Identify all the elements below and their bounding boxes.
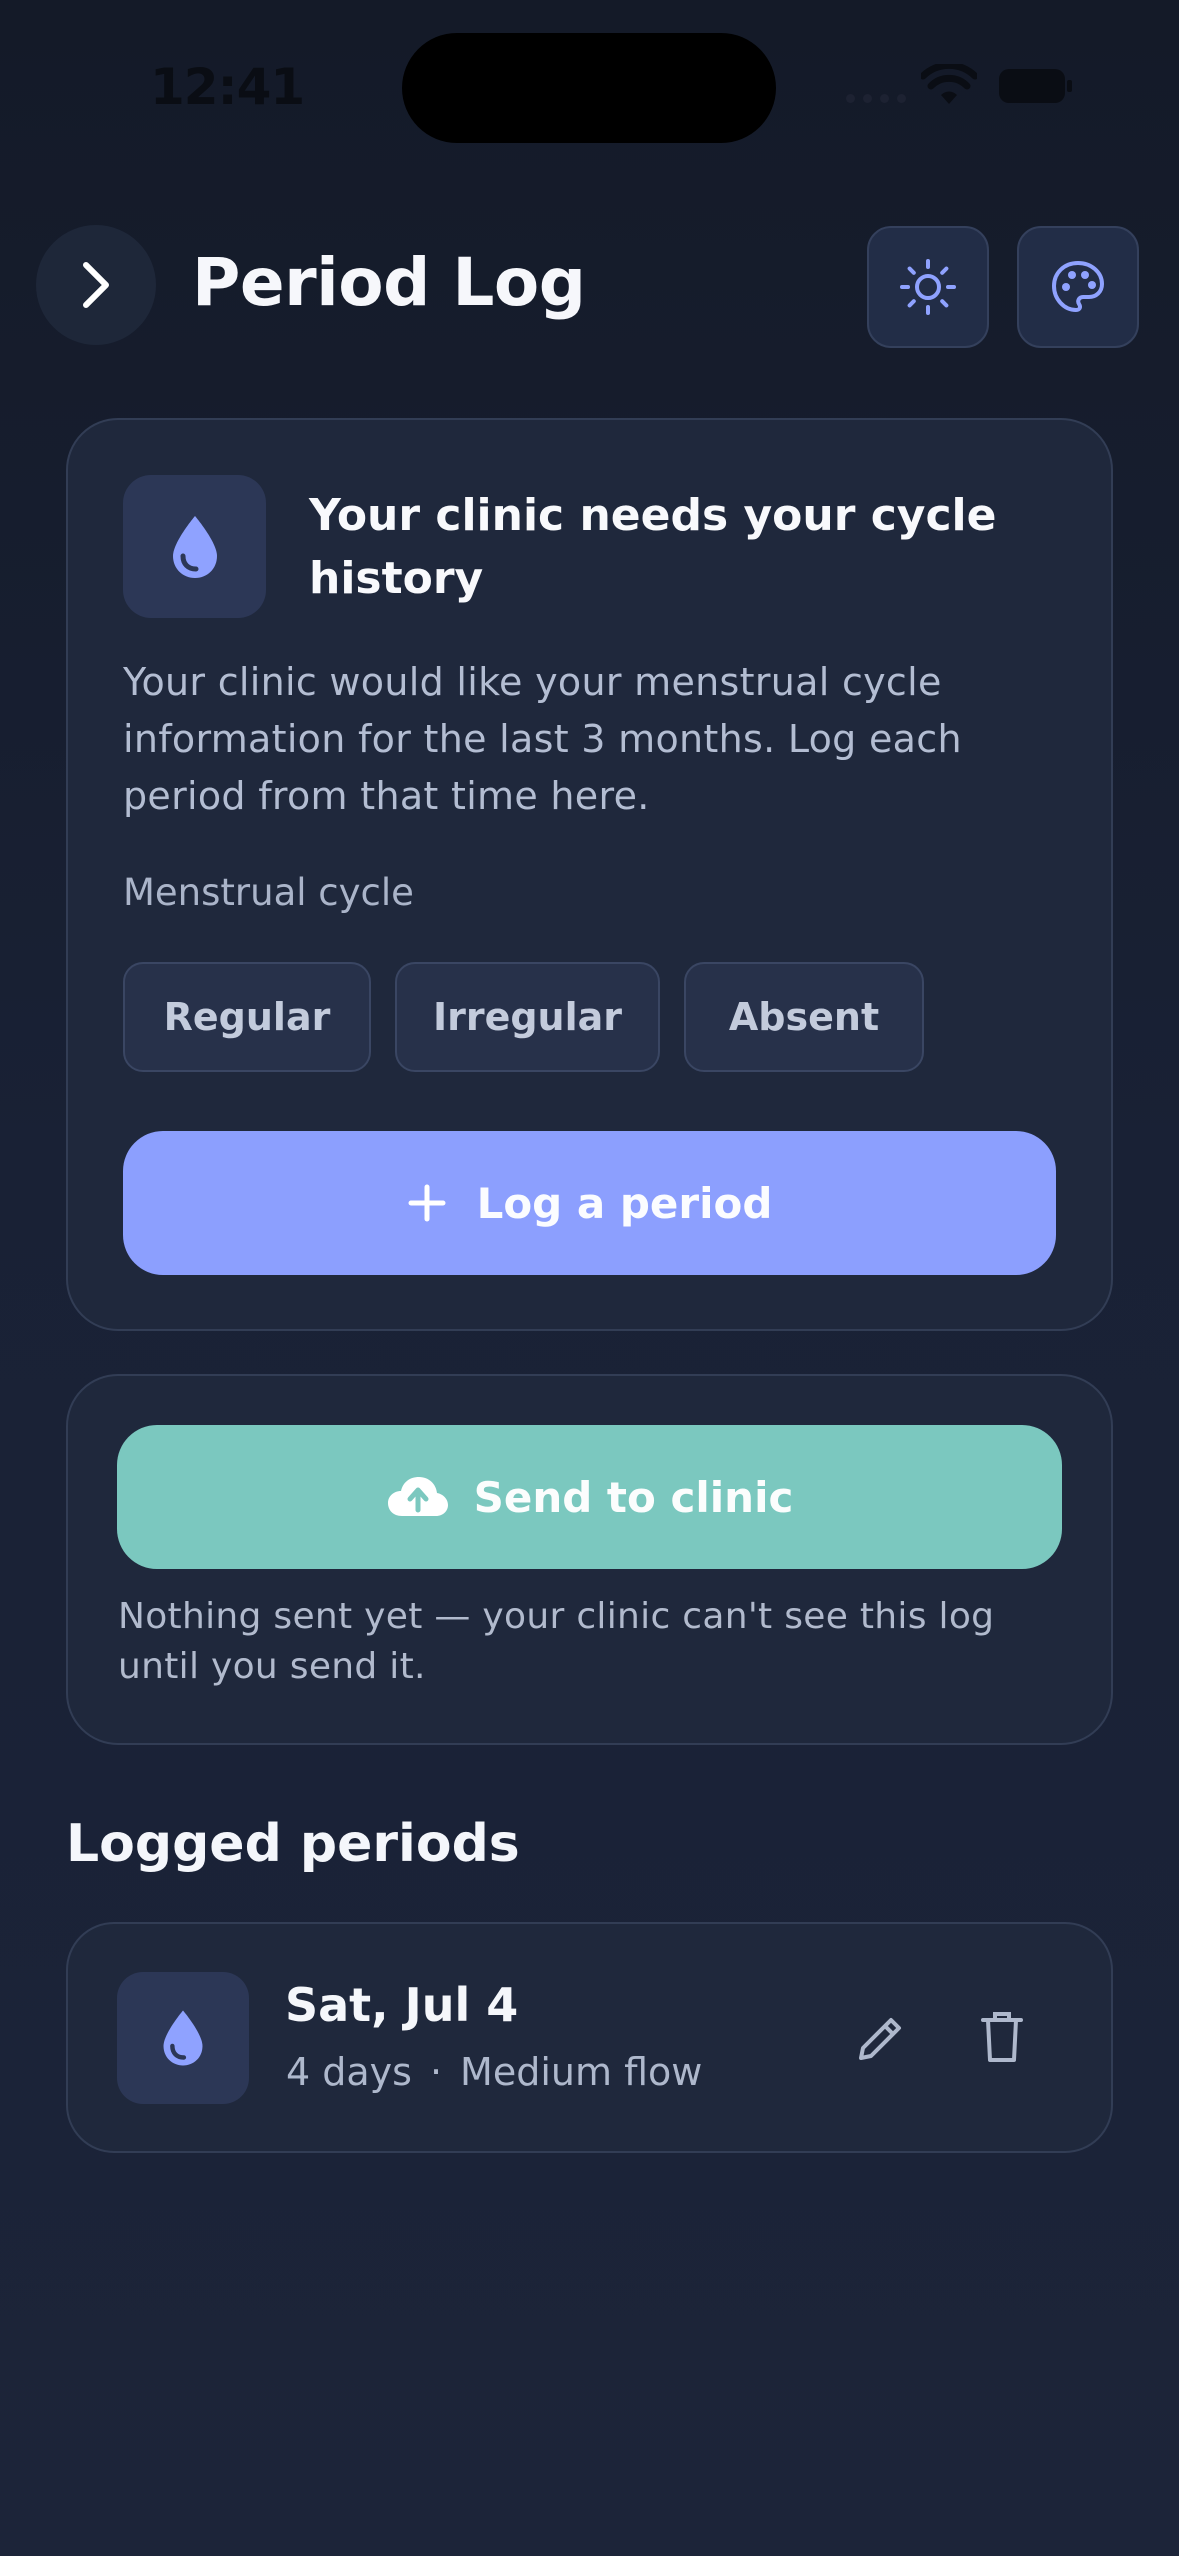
request-heading: Your clinic needs your cycle history [309,490,997,604]
delete-trash-icon[interactable] [977,2010,1027,2066]
send-to-clinic-label: Send to clinic [473,1472,794,1522]
logged-periods-heading: Logged periods [66,1814,520,1874]
request-icon-tile [123,475,266,618]
palette-icon [1052,261,1104,312]
cycle-option-regular[interactable]: Regular [123,962,371,1072]
period-flow: Medium flow [460,2050,703,2094]
status-time: 12:41 [150,58,305,116]
palette-button[interactable] [1017,226,1139,348]
cycle-option-absent[interactable]: Absent [684,962,924,1072]
cycle-option-irregular[interactable]: Irregular [395,962,660,1072]
period-duration: 4 days [286,2050,412,2094]
period-date: Sat, Jul 4 [285,1978,519,2032]
send-to-clinic-button[interactable]: Send to clinic [117,1425,1062,1569]
page-title: Period Log [192,244,586,321]
log-period-label: Log a period [476,1178,773,1228]
battery-icon [999,69,1072,103]
wifi-icon [921,64,977,104]
cloud-upload-icon [387,1477,448,1516]
signal-icon [846,94,906,103]
expand-button[interactable] [36,225,156,345]
droplet-icon [163,2010,203,2066]
detail-separator: · [429,2050,443,2094]
droplet-icon [172,515,217,578]
sun-icon [900,259,956,315]
cycle-label: Menstrual cycle [123,871,414,914]
send-status-note: Nothing sent yet — your clinic can't see… [118,1596,995,1687]
dynamic-island [402,33,776,143]
theme-toggle-button[interactable] [867,226,989,348]
plus-icon [408,1184,446,1222]
log-period-button[interactable]: Log a period [123,1131,1056,1275]
period-icon-tile [117,1972,249,2104]
chevron-right-icon [83,262,109,308]
request-description: Your clinic would like your menstrual cy… [123,660,962,818]
period-details: 4 days · Medium flow [286,2050,702,2094]
edit-pencil-icon[interactable] [855,2012,907,2064]
